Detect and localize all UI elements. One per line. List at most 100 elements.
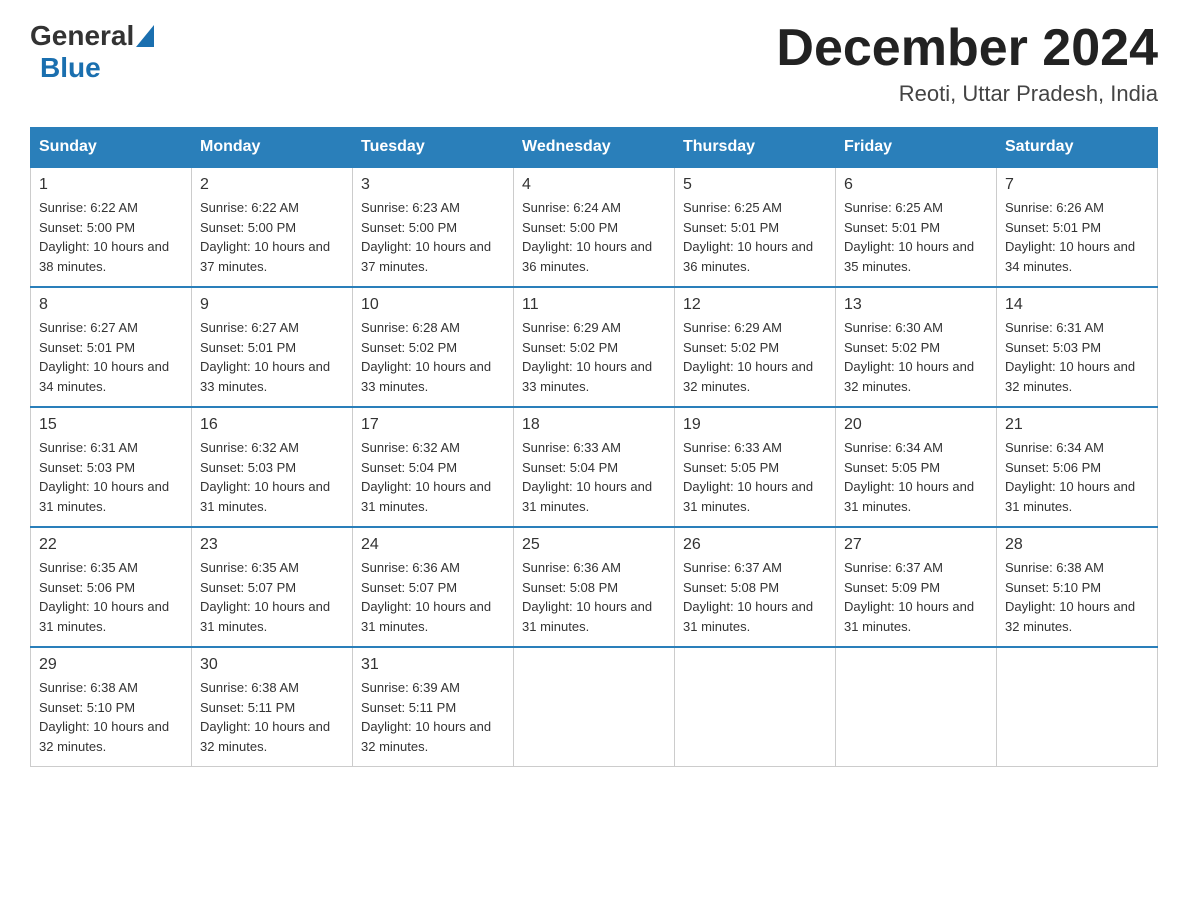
day-number: 13 — [844, 296, 988, 314]
week-row-5: 29 Sunrise: 6:38 AMSunset: 5:10 PMDaylig… — [31, 647, 1158, 767]
calendar-cell — [836, 647, 997, 767]
calendar-cell: 31 Sunrise: 6:39 AMSunset: 5:11 PMDaylig… — [353, 647, 514, 767]
calendar-cell: 20 Sunrise: 6:34 AMSunset: 5:05 PMDaylig… — [836, 407, 997, 527]
week-row-2: 8 Sunrise: 6:27 AMSunset: 5:01 PMDayligh… — [31, 287, 1158, 407]
day-number: 1 — [39, 176, 183, 194]
calendar-cell — [514, 647, 675, 767]
calendar-cell: 12 Sunrise: 6:29 AMSunset: 5:02 PMDaylig… — [675, 287, 836, 407]
calendar-cell: 25 Sunrise: 6:36 AMSunset: 5:08 PMDaylig… — [514, 527, 675, 647]
day-number: 17 — [361, 416, 505, 434]
calendar-cell: 4 Sunrise: 6:24 AMSunset: 5:00 PMDayligh… — [514, 167, 675, 287]
logo: General Blue — [30, 20, 154, 84]
logo-blue-text: Blue — [40, 52, 101, 84]
day-info: Sunrise: 6:28 AMSunset: 5:02 PMDaylight:… — [361, 318, 505, 396]
day-number: 11 — [522, 296, 666, 314]
day-number: 22 — [39, 536, 183, 554]
day-info: Sunrise: 6:22 AMSunset: 5:00 PMDaylight:… — [39, 198, 183, 276]
calendar-cell: 29 Sunrise: 6:38 AMSunset: 5:10 PMDaylig… — [31, 647, 192, 767]
week-row-1: 1 Sunrise: 6:22 AMSunset: 5:00 PMDayligh… — [31, 167, 1158, 287]
week-row-4: 22 Sunrise: 6:35 AMSunset: 5:06 PMDaylig… — [31, 527, 1158, 647]
day-info: Sunrise: 6:37 AMSunset: 5:08 PMDaylight:… — [683, 558, 827, 636]
day-number: 6 — [844, 176, 988, 194]
col-header-tuesday: Tuesday — [353, 128, 514, 168]
day-info: Sunrise: 6:26 AMSunset: 5:01 PMDaylight:… — [1005, 198, 1149, 276]
col-header-saturday: Saturday — [997, 128, 1158, 168]
day-info: Sunrise: 6:32 AMSunset: 5:04 PMDaylight:… — [361, 438, 505, 516]
calendar-table: SundayMondayTuesdayWednesdayThursdayFrid… — [30, 127, 1158, 767]
day-info: Sunrise: 6:29 AMSunset: 5:02 PMDaylight:… — [683, 318, 827, 396]
day-number: 16 — [200, 416, 344, 434]
day-number: 28 — [1005, 536, 1149, 554]
title-block: December 2024 Reoti, Uttar Pradesh, Indi… — [776, 20, 1158, 107]
day-number: 4 — [522, 176, 666, 194]
day-number: 12 — [683, 296, 827, 314]
calendar-cell: 7 Sunrise: 6:26 AMSunset: 5:01 PMDayligh… — [997, 167, 1158, 287]
calendar-cell — [997, 647, 1158, 767]
calendar-cell: 21 Sunrise: 6:34 AMSunset: 5:06 PMDaylig… — [997, 407, 1158, 527]
calendar-cell: 13 Sunrise: 6:30 AMSunset: 5:02 PMDaylig… — [836, 287, 997, 407]
day-number: 9 — [200, 296, 344, 314]
day-number: 30 — [200, 656, 344, 674]
day-number: 29 — [39, 656, 183, 674]
calendar-cell: 30 Sunrise: 6:38 AMSunset: 5:11 PMDaylig… — [192, 647, 353, 767]
day-info: Sunrise: 6:35 AMSunset: 5:06 PMDaylight:… — [39, 558, 183, 636]
day-info: Sunrise: 6:29 AMSunset: 5:02 PMDaylight:… — [522, 318, 666, 396]
col-header-sunday: Sunday — [31, 128, 192, 168]
day-number: 3 — [361, 176, 505, 194]
day-number: 25 — [522, 536, 666, 554]
day-info: Sunrise: 6:36 AMSunset: 5:08 PMDaylight:… — [522, 558, 666, 636]
day-number: 20 — [844, 416, 988, 434]
day-info: Sunrise: 6:33 AMSunset: 5:04 PMDaylight:… — [522, 438, 666, 516]
calendar-cell: 16 Sunrise: 6:32 AMSunset: 5:03 PMDaylig… — [192, 407, 353, 527]
day-info: Sunrise: 6:39 AMSunset: 5:11 PMDaylight:… — [361, 678, 505, 756]
day-number: 15 — [39, 416, 183, 434]
week-row-3: 15 Sunrise: 6:31 AMSunset: 5:03 PMDaylig… — [31, 407, 1158, 527]
calendar-cell: 23 Sunrise: 6:35 AMSunset: 5:07 PMDaylig… — [192, 527, 353, 647]
col-header-monday: Monday — [192, 128, 353, 168]
day-info: Sunrise: 6:34 AMSunset: 5:05 PMDaylight:… — [844, 438, 988, 516]
calendar-cell: 3 Sunrise: 6:23 AMSunset: 5:00 PMDayligh… — [353, 167, 514, 287]
day-info: Sunrise: 6:27 AMSunset: 5:01 PMDaylight:… — [39, 318, 183, 396]
calendar-cell: 15 Sunrise: 6:31 AMSunset: 5:03 PMDaylig… — [31, 407, 192, 527]
day-info: Sunrise: 6:38 AMSunset: 5:11 PMDaylight:… — [200, 678, 344, 756]
calendar-header-row: SundayMondayTuesdayWednesdayThursdayFrid… — [31, 128, 1158, 168]
logo-general-text: General — [30, 20, 134, 52]
month-title: December 2024 — [776, 20, 1158, 77]
day-info: Sunrise: 6:32 AMSunset: 5:03 PMDaylight:… — [200, 438, 344, 516]
page-header: General Blue December 2024 Reoti, Uttar … — [30, 20, 1158, 107]
day-number: 31 — [361, 656, 505, 674]
logo-triangle-icon — [136, 25, 154, 52]
day-number: 19 — [683, 416, 827, 434]
day-info: Sunrise: 6:38 AMSunset: 5:10 PMDaylight:… — [1005, 558, 1149, 636]
calendar-cell: 24 Sunrise: 6:36 AMSunset: 5:07 PMDaylig… — [353, 527, 514, 647]
calendar-cell: 22 Sunrise: 6:35 AMSunset: 5:06 PMDaylig… — [31, 527, 192, 647]
day-number: 14 — [1005, 296, 1149, 314]
calendar-cell: 28 Sunrise: 6:38 AMSunset: 5:10 PMDaylig… — [997, 527, 1158, 647]
day-number: 18 — [522, 416, 666, 434]
day-info: Sunrise: 6:27 AMSunset: 5:01 PMDaylight:… — [200, 318, 344, 396]
calendar-cell: 10 Sunrise: 6:28 AMSunset: 5:02 PMDaylig… — [353, 287, 514, 407]
calendar-cell: 9 Sunrise: 6:27 AMSunset: 5:01 PMDayligh… — [192, 287, 353, 407]
calendar-cell: 5 Sunrise: 6:25 AMSunset: 5:01 PMDayligh… — [675, 167, 836, 287]
calendar-cell: 6 Sunrise: 6:25 AMSunset: 5:01 PMDayligh… — [836, 167, 997, 287]
day-info: Sunrise: 6:33 AMSunset: 5:05 PMDaylight:… — [683, 438, 827, 516]
day-info: Sunrise: 6:31 AMSunset: 5:03 PMDaylight:… — [39, 438, 183, 516]
calendar-cell: 1 Sunrise: 6:22 AMSunset: 5:00 PMDayligh… — [31, 167, 192, 287]
day-info: Sunrise: 6:30 AMSunset: 5:02 PMDaylight:… — [844, 318, 988, 396]
col-header-wednesday: Wednesday — [514, 128, 675, 168]
day-number: 27 — [844, 536, 988, 554]
day-info: Sunrise: 6:23 AMSunset: 5:00 PMDaylight:… — [361, 198, 505, 276]
day-info: Sunrise: 6:22 AMSunset: 5:00 PMDaylight:… — [200, 198, 344, 276]
calendar-cell: 18 Sunrise: 6:33 AMSunset: 5:04 PMDaylig… — [514, 407, 675, 527]
calendar-cell: 26 Sunrise: 6:37 AMSunset: 5:08 PMDaylig… — [675, 527, 836, 647]
day-info: Sunrise: 6:25 AMSunset: 5:01 PMDaylight:… — [683, 198, 827, 276]
calendar-cell: 14 Sunrise: 6:31 AMSunset: 5:03 PMDaylig… — [997, 287, 1158, 407]
calendar-cell: 17 Sunrise: 6:32 AMSunset: 5:04 PMDaylig… — [353, 407, 514, 527]
day-number: 23 — [200, 536, 344, 554]
calendar-cell — [675, 647, 836, 767]
day-number: 2 — [200, 176, 344, 194]
calendar-cell: 11 Sunrise: 6:29 AMSunset: 5:02 PMDaylig… — [514, 287, 675, 407]
col-header-friday: Friday — [836, 128, 997, 168]
col-header-thursday: Thursday — [675, 128, 836, 168]
day-info: Sunrise: 6:24 AMSunset: 5:00 PMDaylight:… — [522, 198, 666, 276]
